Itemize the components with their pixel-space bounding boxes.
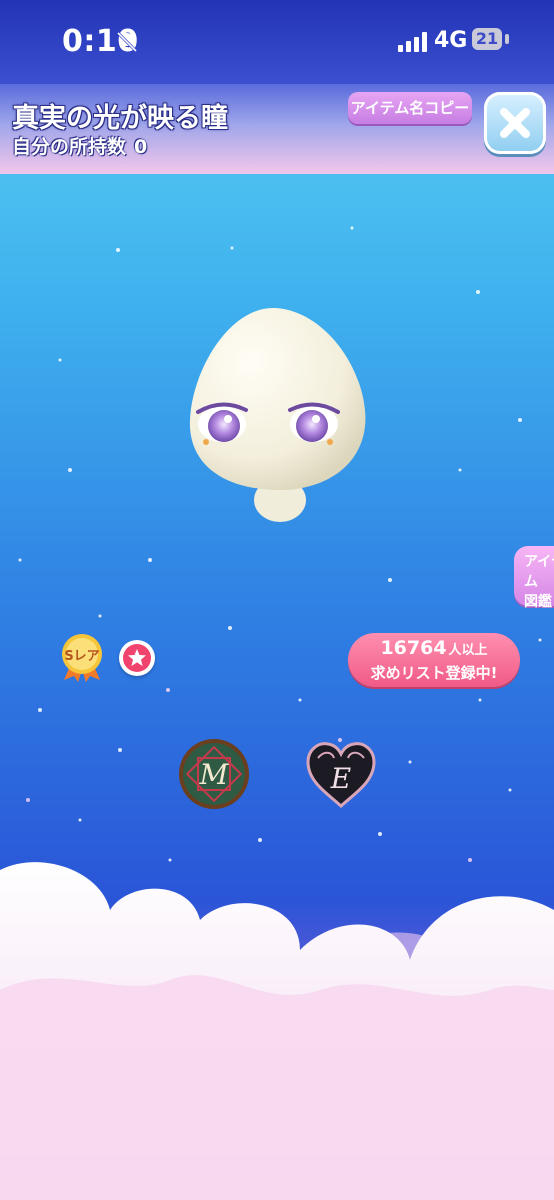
brand-badge-letter-m: M <box>199 758 230 791</box>
close-button[interactable] <box>484 92 546 154</box>
battery-tip <box>505 34 509 44</box>
wishlist-count-badge[interactable]: 16764 人以上 求めリスト登録中! <box>348 633 520 687</box>
owned-count: 0 <box>134 136 148 158</box>
catalog-label-line2: 図鑑 <box>524 594 552 610</box>
favorite-button[interactable] <box>119 640 155 676</box>
brand-badge-letter-e: E <box>330 762 351 795</box>
battery-indicator: 21 <box>472 28 502 50</box>
network-label: 4G <box>434 28 468 53</box>
bell-muted-icon <box>116 31 138 53</box>
brand-logo-m-icon[interactable]: M <box>178 738 250 810</box>
rarity-label: Sレア <box>64 649 99 664</box>
item-name: 真実の光が映る瞳 <box>12 103 228 134</box>
cloud-decoration <box>0 862 554 1200</box>
rarity-badge-icon: Sレア <box>62 634 102 682</box>
star-icon <box>128 649 146 666</box>
close-icon <box>500 108 530 138</box>
owned-count-row: 自分の所持数 0 <box>12 132 147 159</box>
brand-logo-e-icon[interactable]: E <box>304 738 378 810</box>
wishlist-count: 16764 人以上 <box>380 637 488 659</box>
owned-label: 自分の所持数 <box>12 136 127 158</box>
status-bar: 0:10 4G 21 <box>0 0 554 84</box>
wishlist-label: 求めリスト登録中! <box>370 664 498 682</box>
item-preview-image <box>189 307 366 522</box>
item-catalog-button[interactable]: アイテム 図鑑 <box>514 546 554 610</box>
copy-item-name-button[interactable]: アイテム名コピー <box>348 92 472 124</box>
item-header: 真実の光が映る瞳 自分の所持数 0 アイテム名コピー <box>0 84 554 174</box>
signal-icon <box>398 32 427 52</box>
catalog-label-line1: アイテム <box>524 554 554 590</box>
